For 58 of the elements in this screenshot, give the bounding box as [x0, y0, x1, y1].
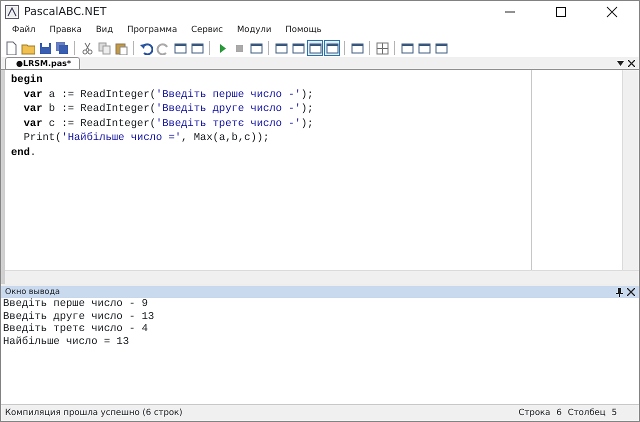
code-line: Print('Найбільше число =', Max(a,b,c)); — [22, 131, 270, 146]
status-message: Компиляция прошла успешно (6 строк) — [5, 406, 182, 420]
close-icon — [627, 288, 635, 296]
line-label: Строка — [518, 406, 550, 420]
window-icon — [274, 40, 288, 54]
toolbar-button[interactable] — [374, 40, 390, 56]
dropdown-arrow-icon — [617, 60, 624, 66]
output-line: Введіть друге число - 13 — [3, 310, 156, 323]
scissors-icon — [80, 40, 94, 54]
toolbar-button[interactable] — [324, 40, 340, 56]
window-icon — [190, 40, 204, 54]
save-icon — [38, 40, 52, 54]
window-icon — [350, 40, 364, 54]
app-logo-icon — [5, 5, 19, 19]
code-line: var b := ReadInteger('Введіть друге число -'); — [22, 102, 314, 116]
window-title: PascalABC.NET — [24, 4, 106, 20]
close-icon — [606, 6, 618, 18]
copy-icon — [97, 40, 111, 54]
line-number: 6 — [556, 406, 562, 420]
code-line: end. — [11, 146, 38, 160]
code-line: var a := ReadInteger('Введіть перше число -'); — [22, 88, 314, 102]
redo-icon — [156, 40, 170, 54]
column-number: 5 — [612, 406, 617, 420]
menu-item[interactable]: Правка — [42, 24, 89, 37]
menu-item[interactable]: Помощь — [278, 24, 329, 37]
menu-item[interactable]: Сервис — [184, 24, 230, 37]
paste-icon — [114, 40, 128, 54]
horizontal-scrollbar[interactable] — [5, 270, 639, 284]
new-file-icon — [4, 40, 18, 54]
window-icon — [291, 40, 305, 54]
toolbar-button[interactable] — [307, 40, 323, 56]
file-tab[interactable]: ●LRSM.pas* — [5, 57, 80, 69]
menu-item[interactable]: Вид — [88, 24, 120, 37]
undo-icon — [139, 40, 153, 54]
window-icon — [400, 40, 414, 54]
output-line: Введіть перше число - 9 — [3, 298, 149, 310]
save-all-icon — [55, 40, 69, 54]
code-line: var c := ReadInteger('Введіть третє число -'); — [22, 116, 314, 131]
window-icon — [308, 40, 322, 54]
close-icon — [628, 60, 635, 66]
grid-icon — [375, 40, 389, 54]
menu-item[interactable]: Программа — [120, 24, 184, 37]
window-icon — [417, 40, 431, 54]
output-line: Введіть третє число - 4 — [3, 323, 149, 336]
window-icon — [325, 40, 339, 54]
window-icon — [249, 40, 263, 54]
menu-item[interactable]: Файл — [5, 24, 42, 37]
code-line: begin — [11, 73, 44, 88]
window-icon — [173, 40, 187, 54]
pin-icon — [616, 288, 623, 296]
menu-item[interactable]: Модули — [230, 24, 278, 37]
toolbar-button[interactable] — [54, 40, 70, 56]
output-line: Найбільше число = 13 — [3, 336, 130, 348]
window-icon — [434, 40, 448, 54]
maximize-icon — [555, 6, 567, 18]
panel-title: Окно вывода — [5, 286, 60, 298]
column-label: Столбец — [568, 406, 606, 420]
vertical-scrollbar[interactable] — [622, 70, 639, 270]
